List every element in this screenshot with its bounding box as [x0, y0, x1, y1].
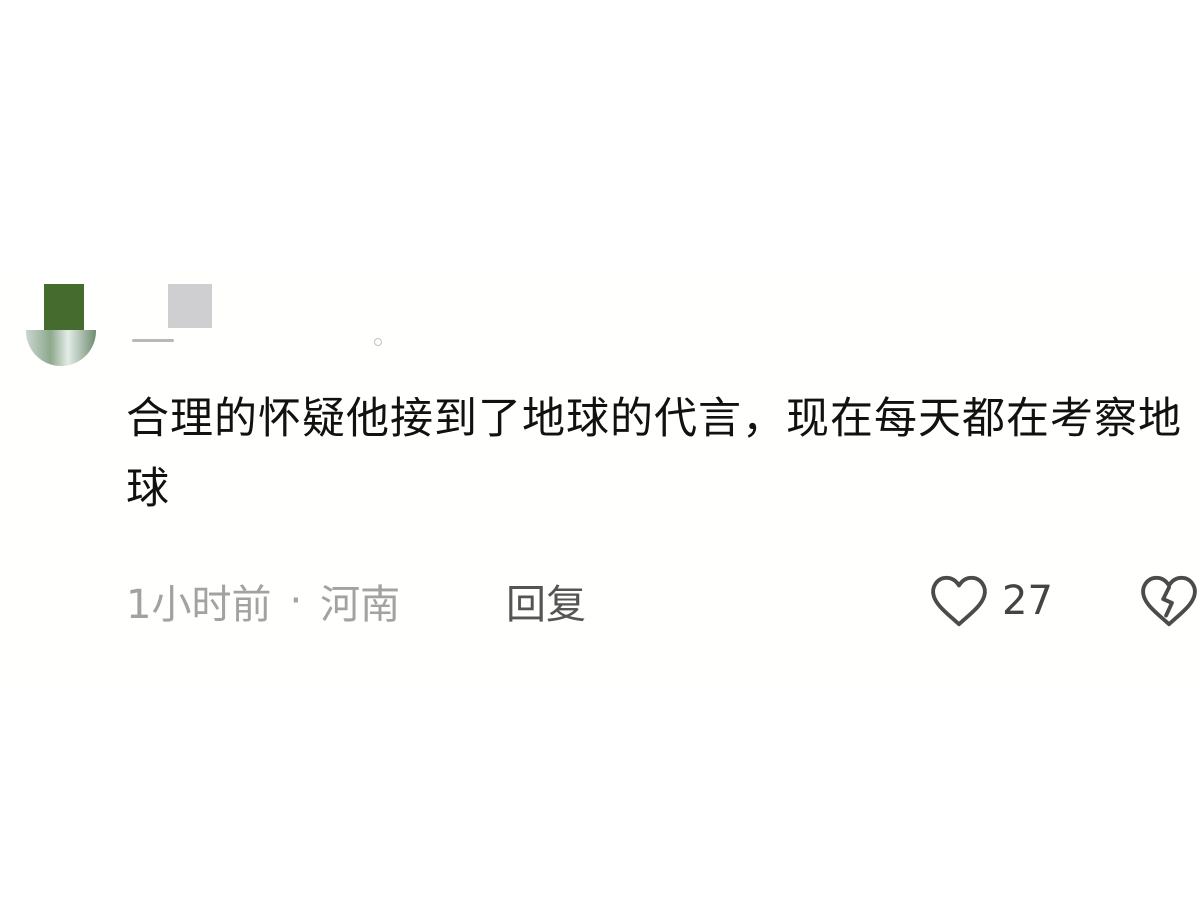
reply-button[interactable]: 回复: [506, 570, 586, 632]
heart-icon: [931, 575, 987, 627]
comment-location: 河南: [320, 582, 401, 628]
comment-text: 合理的怀疑他接到了地球的代言，现在每天都在考察地球: [126, 394, 1182, 514]
comment-time: 1小时前: [126, 582, 272, 628]
broken-heart-icon: [1141, 575, 1197, 627]
redacted-name-dot: [374, 338, 382, 346]
comment-page: 合理的怀疑他接到了地球的代言，现在每天都在考察地球 1小时前 · 河南 回复 2…: [0, 0, 1200, 900]
like-button[interactable]: 27: [928, 568, 1058, 634]
redacted-name-block: [168, 284, 212, 328]
dislike-button[interactable]: [1138, 568, 1200, 634]
comment-meta: 1小时前 · 河南: [126, 570, 400, 632]
like-count: 27: [1002, 578, 1053, 624]
avatar[interactable]: [26, 284, 96, 366]
username-blurred[interactable]: [132, 284, 382, 346]
avatar-image-bottom: [26, 330, 96, 366]
meta-separator: ·: [289, 578, 303, 624]
redacted-name-line: [132, 339, 174, 342]
